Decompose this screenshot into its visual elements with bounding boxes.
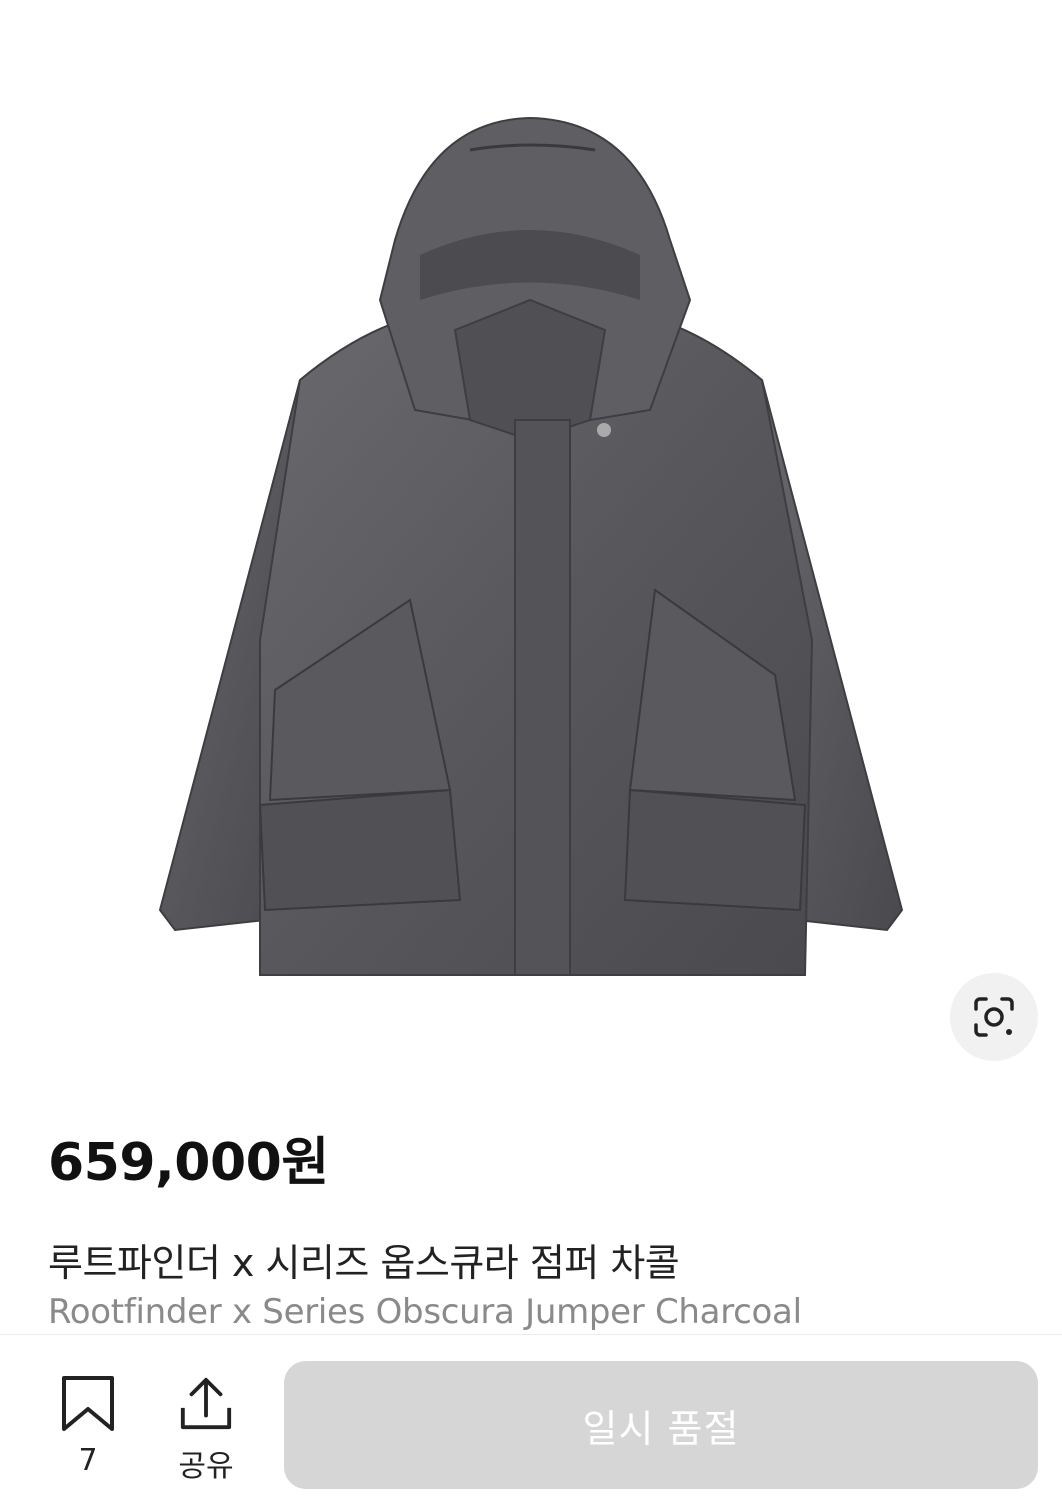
jacket-illustration [158,116,904,976]
bookmark-count: 7 [78,1443,98,1478]
bookmark-button[interactable]: 7 [46,1375,130,1485]
product-price: 659,000원 [48,1133,329,1193]
image-search-button[interactable] [950,973,1038,1061]
bookmark-icon [62,1376,114,1431]
bottom-action-bar: 7 공유 일시 품절 [0,1334,1062,1500]
soldout-button[interactable]: 일시 품절 [284,1361,1038,1489]
share-label: 공유 [178,1449,234,1484]
share-button[interactable]: 공유 [164,1375,248,1485]
product-detail-page: 659,000원 루트파인더 x 시리즈 옵스큐라 점퍼 차콜 Rootfind… [0,0,1062,1500]
share-icon [180,1377,232,1430]
product-name-korean: 루트파인더 x 시리즈 옵스큐라 점퍼 차콜 [48,1241,680,1285]
product-name-english: Rootfinder x Series Obscura Jumper Charc… [48,1292,802,1332]
image-search-lens-icon [974,997,1014,1037]
product-image[interactable] [0,0,1062,1090]
